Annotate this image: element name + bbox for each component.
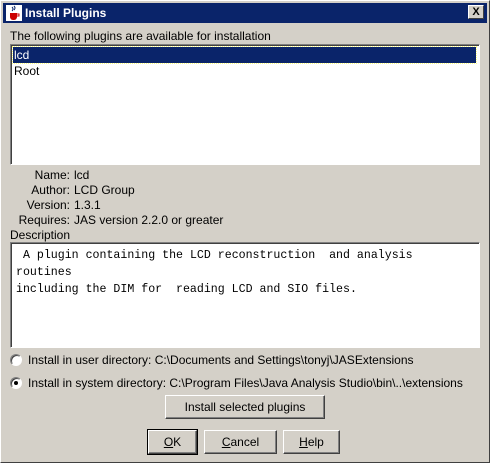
version-value: 1.3.1	[74, 198, 101, 212]
help-button[interactable]: Help	[283, 430, 340, 454]
plugins-list-label: The following plugins are available for …	[10, 29, 271, 43]
ok-mnemonic: O	[163, 435, 174, 449]
system-dir-radio[interactable]	[10, 377, 22, 389]
author-key: Author:	[31, 183, 70, 197]
help-label-rest: elp	[307, 435, 324, 449]
install-plugins-dialog: Install Plugins X The following plugins …	[0, 0, 490, 463]
description-text-area[interactable]: A plugin containing the LCD reconstructi…	[10, 242, 480, 348]
close-button[interactable]: X	[468, 5, 484, 19]
list-item-lcd[interactable]: lcd	[12, 46, 477, 64]
system-dir-label: Install in system directory: C:\Program …	[28, 376, 463, 390]
title-bar[interactable]: Install Plugins X	[3, 3, 487, 23]
description-label: Description	[10, 228, 71, 242]
name-value: lcd	[74, 168, 90, 182]
window-title: Install Plugins	[25, 6, 107, 20]
help-mnemonic: H	[299, 435, 308, 449]
ok-button[interactable]: OK	[147, 429, 198, 455]
name-key: Name:	[34, 168, 70, 182]
list-item-root[interactable]: Root	[13, 63, 476, 79]
user-dir-radio[interactable]	[10, 354, 22, 366]
version-key: Version:	[26, 198, 70, 212]
ok-label-rest: K	[173, 435, 182, 449]
cancel-label-rest: ancel	[230, 435, 260, 449]
author-value: LCD Group	[74, 183, 135, 197]
install-selected-plugins-button[interactable]: Install selected plugins	[165, 395, 325, 419]
plugins-list[interactable]: lcd Root	[10, 44, 480, 165]
requires-value: JAS version 2.2.0 or greater	[74, 213, 224, 227]
cancel-button[interactable]: Cancel	[204, 430, 277, 454]
user-dir-label: Install in user directory: C:\Documents …	[28, 353, 414, 367]
requires-key: Requires:	[18, 213, 70, 227]
java-cup-icon	[6, 5, 22, 21]
